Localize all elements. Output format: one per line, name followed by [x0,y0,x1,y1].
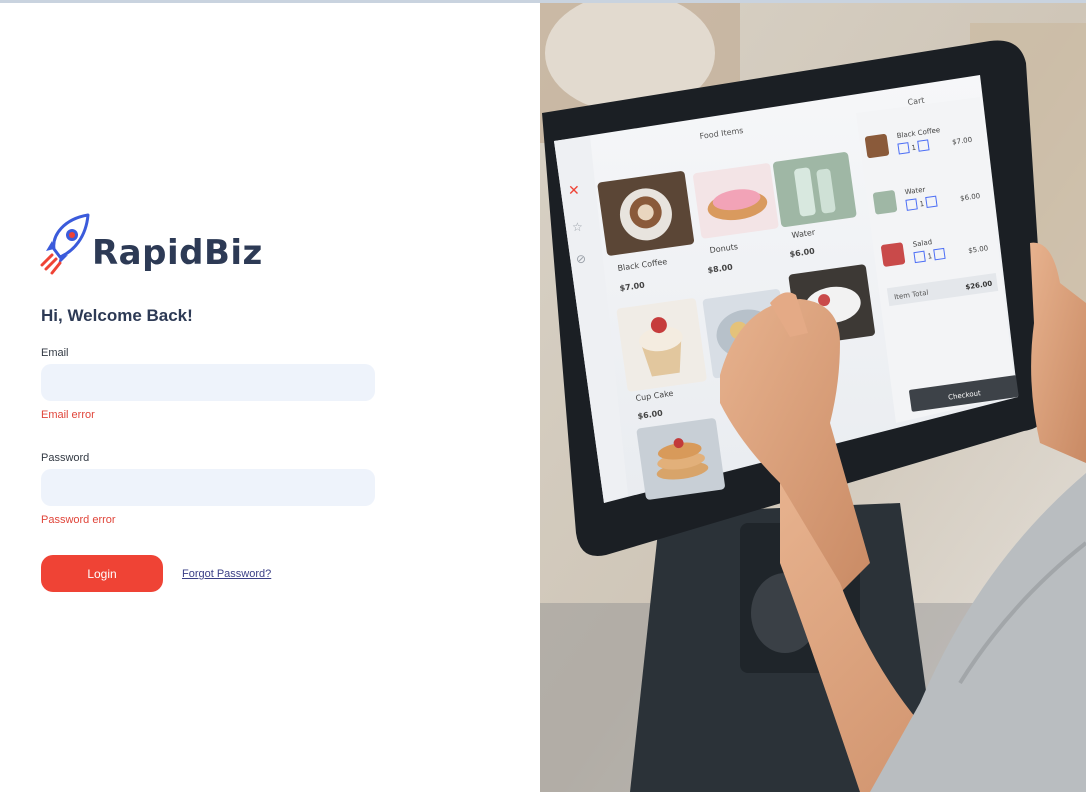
rocket-icon [40,213,90,275]
hero-photo: ✕ ☆ ⊘ Food Items Cart Black Coffee $7.00… [540,3,1086,792]
password-error: Password error [41,514,116,526]
login-panel: RapidBiz Hi, Welcome Back! Email Email e… [0,3,540,792]
logo: RapidBiz [40,211,263,281]
email-label: Email [41,347,69,359]
pos-tablet-photo: ✕ ☆ ⊘ Food Items Cart Black Coffee $7.00… [540,3,1086,792]
svg-text:☆: ☆ [572,220,583,234]
password-label: Password [41,452,90,464]
welcome-heading: Hi, Welcome Back! [41,306,193,325]
password-field[interactable] [41,469,375,506]
login-button[interactable]: Login [41,555,163,592]
svg-text:⊘: ⊘ [576,252,586,266]
email-error: Email error [41,409,95,421]
svg-text:✕: ✕ [568,183,580,199]
email-field[interactable] [41,364,375,401]
forgot-password-link[interactable]: Forgot Password? [182,568,271,580]
brand-name: RapidBiz [92,233,263,273]
